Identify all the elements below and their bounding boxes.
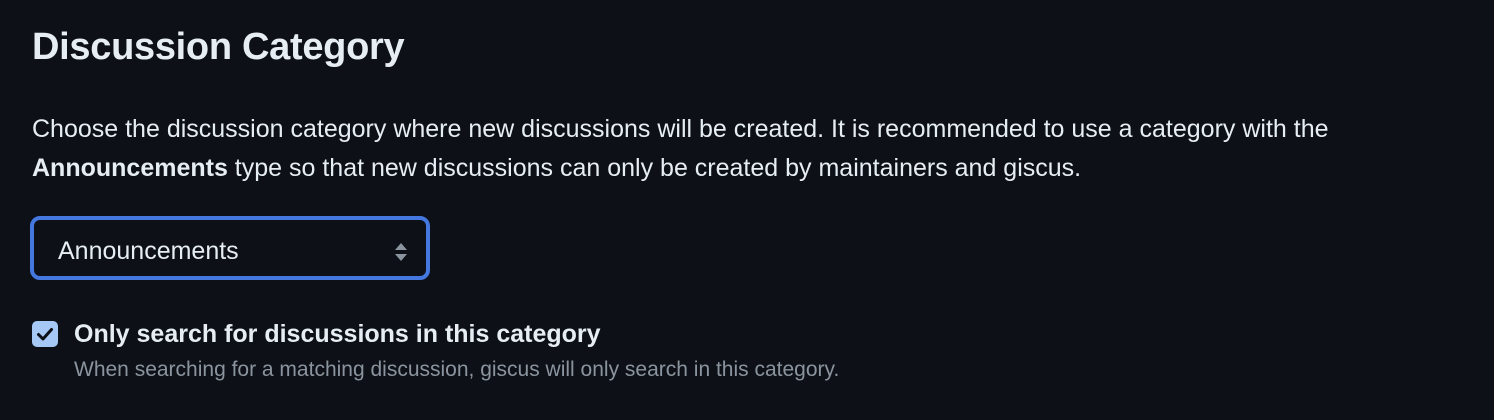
checkmark-icon (37, 328, 53, 341)
category-select-value: Announcements (58, 237, 239, 265)
updown-arrows-icon (394, 242, 408, 262)
description-text-start: Choose the discussion category where new… (32, 115, 1329, 143)
category-select[interactable]: Announcements (30, 216, 430, 280)
strict-search-option: Only search for discussions in this cate… (32, 318, 1232, 388)
section-heading: Discussion Category (32, 26, 405, 68)
strict-search-checkbox[interactable] (32, 321, 58, 347)
description-text-end: type so that new discussions can only be… (227, 154, 1082, 182)
strict-search-hint: When searching for a matching discussion… (74, 358, 840, 381)
section-description: Choose the discussion category where new… (32, 110, 1462, 188)
description-bold-term: Announcements (32, 154, 228, 182)
strict-search-label[interactable]: Only search for discussions in this cate… (74, 318, 601, 350)
